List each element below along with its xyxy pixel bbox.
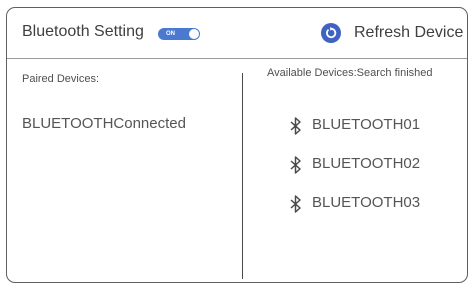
device-label: BLUETOOTH03 xyxy=(312,194,421,211)
page-title: Bluetooth Setting xyxy=(22,23,144,40)
bluetooth-toggle[interactable]: ON xyxy=(158,28,200,40)
bluetooth-icon xyxy=(289,156,303,179)
refresh-icon xyxy=(321,23,341,43)
device-label: BLUETOOTH02 xyxy=(312,155,421,172)
available-devices-heading: Available Devices:Search finished xyxy=(267,67,433,79)
toggle-knob xyxy=(189,29,199,39)
refresh-device-label: Refresh Device xyxy=(354,24,464,41)
panel-header: Bluetooth Setting ON Refresh Device xyxy=(7,8,467,59)
paired-device-item[interactable]: BLUETOOTHConnected xyxy=(22,115,186,132)
toggle-state-label: ON xyxy=(166,31,175,37)
paired-devices-heading: Paired Devices: xyxy=(22,73,100,85)
bluetooth-icon xyxy=(289,195,303,218)
bluetooth-icon xyxy=(289,117,303,140)
device-label: BLUETOOTH01 xyxy=(312,116,421,133)
bluetooth-setting-panel: Bluetooth Setting ON Refresh Device Pair… xyxy=(6,7,468,283)
column-divider xyxy=(242,73,244,279)
